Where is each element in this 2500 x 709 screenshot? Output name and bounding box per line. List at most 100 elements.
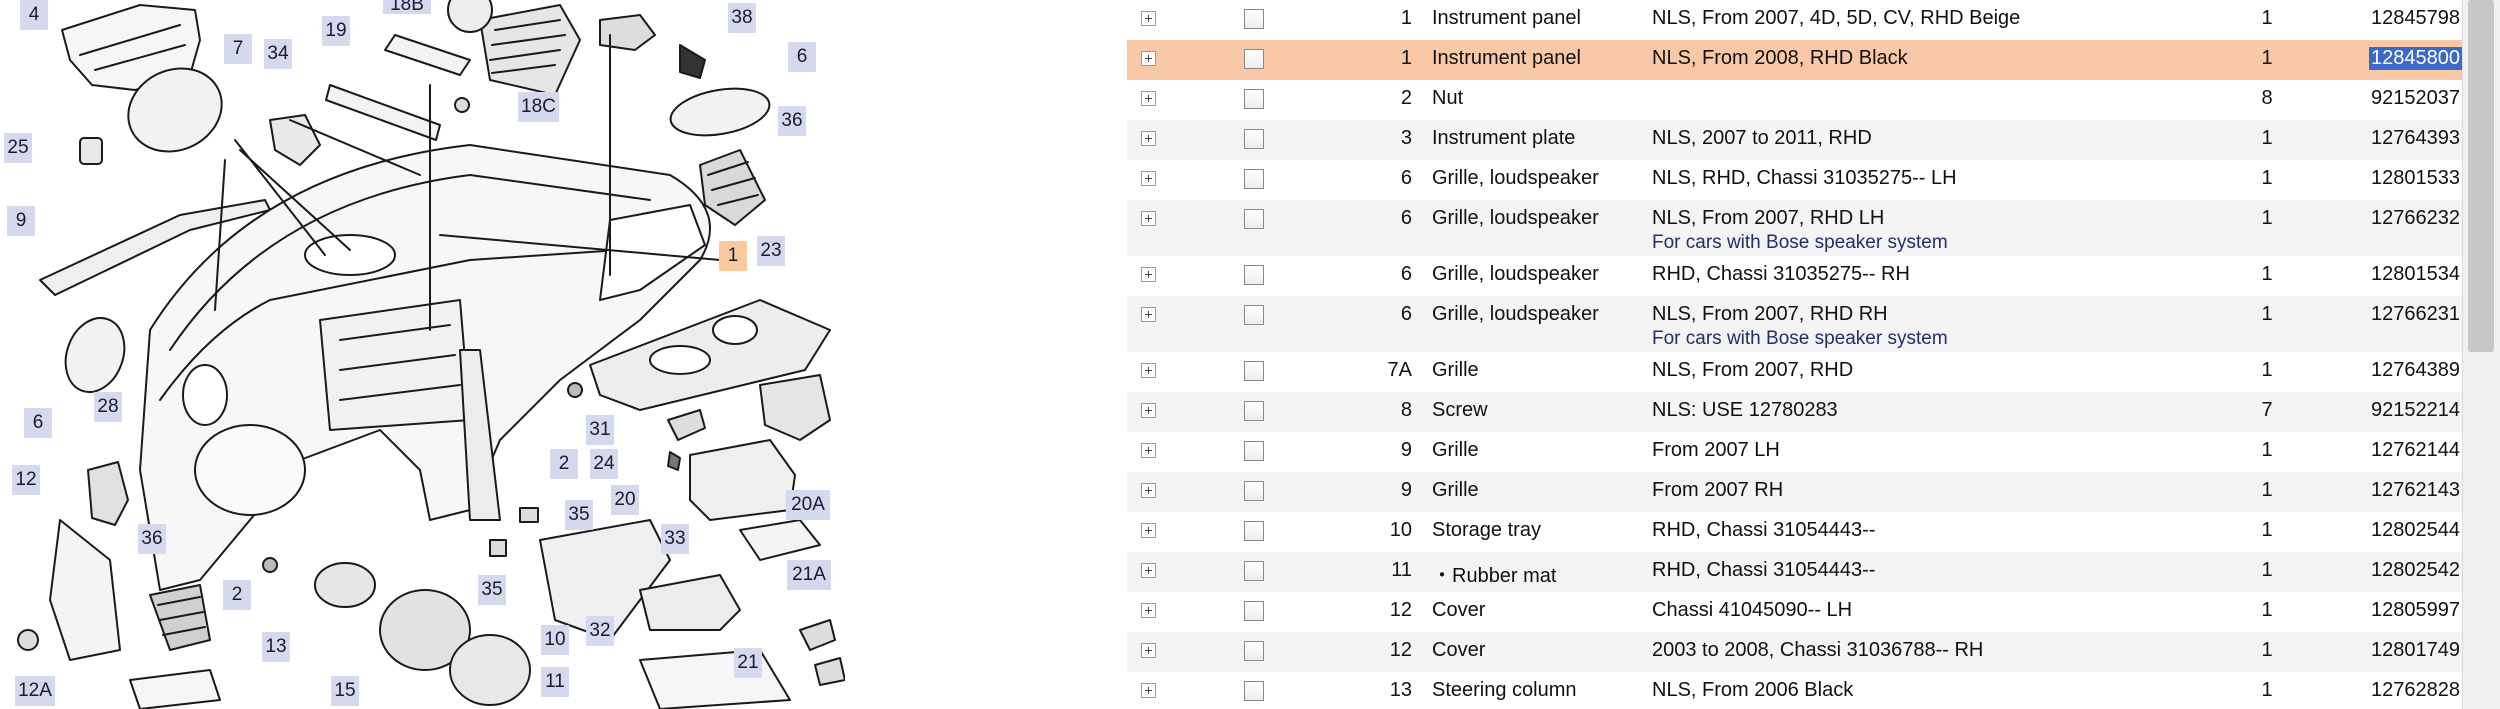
expand-plus-icon[interactable] (1141, 131, 1156, 146)
table-row[interactable]: 6 Grille, loudspeaker NLS, From 2007, RHD … (1127, 296, 2462, 352)
table-row[interactable]: 11 ・Rubber mat RHD, Chassi 31054443-- 1 1280… (1127, 552, 2462, 592)
diagram-callout[interactable]: 25 (4, 133, 32, 163)
row-checkbox[interactable] (1244, 641, 1264, 661)
part-number[interactable]: 92152037 (2369, 87, 2462, 110)
scrollbar-thumb[interactable] (2468, 0, 2494, 352)
table-row[interactable]: 9 Grille From 2007 LH 1 12762144 (1127, 432, 2462, 472)
part-number[interactable]: 12845798 (2369, 7, 2462, 30)
diagram-callout[interactable]: 34 (264, 39, 292, 69)
diagram-callout[interactable]: 32 (586, 616, 614, 646)
table-row[interactable]: 9 Grille From 2007 RH 1 12762143 (1127, 472, 2462, 512)
expand-plus-icon[interactable] (1141, 363, 1156, 378)
expand-plus-icon[interactable] (1141, 267, 1156, 282)
table-row[interactable]: 8 Screw NLS: USE 12780283 7 92152214 (1127, 392, 2462, 432)
diagram-callout[interactable]: 6 (788, 42, 816, 72)
part-number[interactable]: 12762144 (2369, 439, 2462, 462)
diagram-callout[interactable]: 15 (331, 676, 359, 706)
row-checkbox[interactable] (1244, 601, 1264, 621)
part-number[interactable]: 12764389 (2369, 359, 2462, 382)
table-row[interactable]: 6 Grille, loudspeaker NLS, From 2007, RHD … (1127, 200, 2462, 256)
expand-plus-icon[interactable] (1141, 171, 1156, 186)
part-number[interactable]: 12805997 (2369, 599, 2462, 622)
row-checkbox[interactable] (1244, 209, 1264, 229)
row-checkbox[interactable] (1244, 49, 1264, 69)
row-checkbox[interactable] (1244, 441, 1264, 461)
diagram-callout[interactable]: 20 (611, 485, 639, 515)
row-checkbox[interactable] (1244, 89, 1264, 109)
table-row[interactable]: 7A Grille NLS, From 2007, RHD 1 12764389 (1127, 352, 2462, 392)
row-checkbox[interactable] (1244, 129, 1264, 149)
expand-plus-icon[interactable] (1141, 603, 1156, 618)
row-checkbox[interactable] (1244, 481, 1264, 501)
expand-plus-icon[interactable] (1141, 91, 1156, 106)
expand-plus-icon[interactable] (1141, 11, 1156, 26)
part-number[interactable]: 12762828 (2369, 679, 2462, 702)
diagram-callout[interactable]: 2 (223, 580, 251, 610)
part-number[interactable]: 12766232 (2369, 207, 2462, 230)
row-checkbox[interactable] (1244, 9, 1264, 29)
expand-plus-icon[interactable] (1141, 643, 1156, 658)
table-row[interactable]: 2 Nut 8 92152037 (1127, 80, 2462, 120)
diagram-callout[interactable]: 33 (661, 524, 689, 554)
diagram-callout[interactable]: 2 (550, 449, 578, 479)
diagram-callout[interactable]: 19 (322, 16, 350, 46)
row-checkbox[interactable] (1244, 521, 1264, 541)
part-number[interactable]: 12802542 (2369, 559, 2462, 582)
diagram-callout[interactable]: 36 (138, 524, 166, 554)
row-checkbox[interactable] (1244, 401, 1264, 421)
diagram-callout[interactable]: 23 (757, 236, 785, 266)
expand-plus-icon[interactable] (1141, 483, 1156, 498)
row-checkbox[interactable] (1244, 169, 1264, 189)
diagram-callout[interactable]: 20A (786, 490, 830, 520)
part-number[interactable]: 92152214 (2369, 399, 2462, 422)
diagram-callout[interactable]: 38 (728, 3, 756, 33)
table-row[interactable]: 13 Steering column NLS, From 2006 Black 1 12… (1127, 672, 2462, 709)
table-row[interactable]: 1 Instrument panel NLS, From 2008, RHD Bla… (1127, 40, 2462, 80)
diagram-callout[interactable]: 28 (94, 392, 122, 422)
expand-plus-icon[interactable] (1141, 307, 1156, 322)
diagram-callout[interactable]: 12A (15, 676, 55, 706)
table-row[interactable]: 6 Grille, loudspeaker RHD, Chassi 31035275… (1127, 256, 2462, 296)
table-row[interactable]: 12 Cover Chassi 41045090-- LH 1 12805997 (1127, 592, 2462, 632)
table-row[interactable]: 12 Cover 2003 to 2008, Chassi 31036788-- R… (1127, 632, 2462, 672)
row-checkbox[interactable] (1244, 681, 1264, 701)
vertical-scrollbar[interactable] (2462, 0, 2500, 709)
diagram-callout[interactable]: 6 (24, 408, 52, 438)
diagram-callout[interactable]: 11 (541, 667, 569, 697)
diagram-callout[interactable]: 36 (778, 106, 806, 136)
part-number[interactable]: 12801534 (2369, 263, 2462, 286)
row-checkbox[interactable] (1244, 265, 1264, 285)
expand-plus-icon[interactable] (1141, 51, 1156, 66)
expand-plus-icon[interactable] (1141, 403, 1156, 418)
expand-plus-icon[interactable] (1141, 683, 1156, 698)
part-number[interactable]: 12802544 (2369, 519, 2462, 542)
part-number[interactable]: 12766231 (2369, 303, 2462, 326)
row-checkbox[interactable] (1244, 561, 1264, 581)
diagram-callout[interactable]: 35 (565, 500, 593, 530)
part-number[interactable]: 12801749 (2369, 639, 2462, 662)
diagram-callout-selected[interactable]: 1 (719, 241, 747, 271)
diagram-callout[interactable]: 10 (541, 625, 569, 655)
table-row[interactable]: 6 Grille, loudspeaker NLS, RHD, Chassi 310… (1127, 160, 2462, 200)
expand-plus-icon[interactable] (1141, 523, 1156, 538)
expand-plus-icon[interactable] (1141, 563, 1156, 578)
diagram-callout[interactable]: 35 (478, 575, 506, 605)
row-checkbox[interactable] (1244, 305, 1264, 325)
diagram-callout[interactable]: 31 (586, 415, 614, 445)
diagram-callout[interactable]: 12 (12, 465, 40, 495)
part-number[interactable]: 12845800 (2369, 47, 2462, 70)
expand-plus-icon[interactable] (1141, 211, 1156, 226)
diagram-callout[interactable]: 13 (262, 632, 290, 662)
expand-plus-icon[interactable] (1141, 443, 1156, 458)
diagram-callout[interactable]: 18C (518, 92, 559, 122)
diagram-callout[interactable]: 9 (7, 206, 35, 236)
diagram-callout[interactable]: 21 (734, 648, 762, 678)
part-number[interactable]: 12762143 (2369, 479, 2462, 502)
part-number[interactable]: 12764393 (2369, 127, 2462, 150)
diagram-callout[interactable]: 7 (224, 34, 252, 64)
diagram-callout[interactable]: 4 (20, 0, 48, 30)
table-row[interactable]: 3 Instrument plate NLS, 2007 to 2011, RHD 1… (1127, 120, 2462, 160)
table-row[interactable]: 10 Storage tray RHD, Chassi 31054443-- 1 128… (1127, 512, 2462, 552)
diagram-callout[interactable]: 21A (787, 560, 831, 590)
table-row[interactable]: 1 Instrument panel NLS, From 2007, 4D, 5D,… (1127, 0, 2462, 40)
